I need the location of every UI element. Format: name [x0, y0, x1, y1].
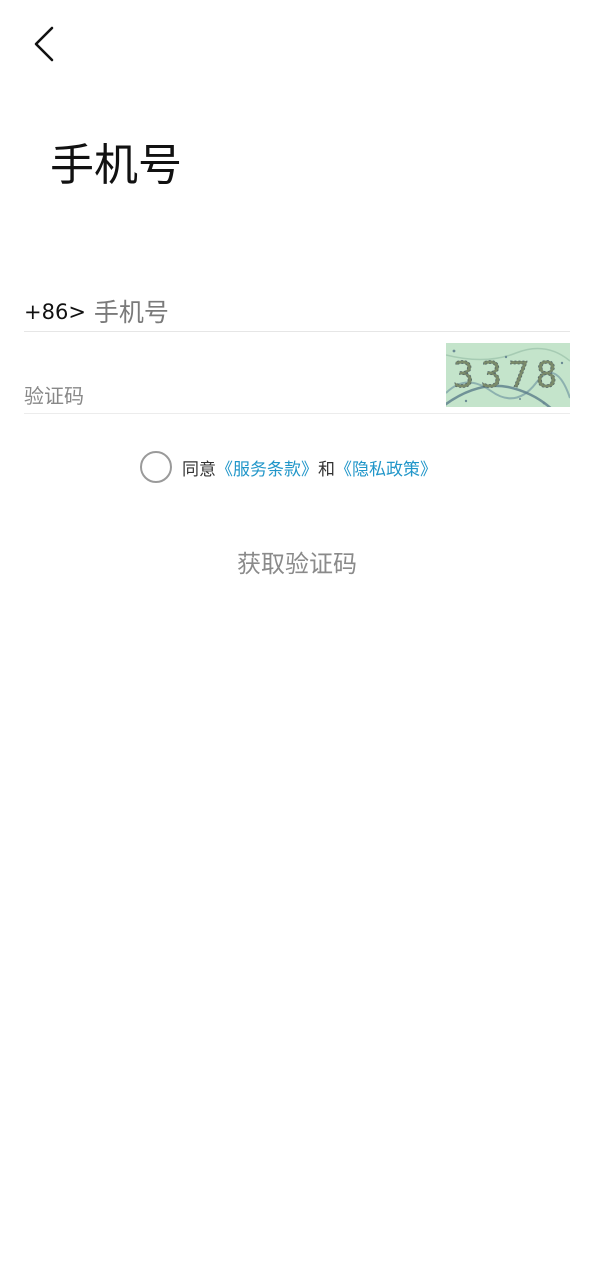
verification-code-input[interactable] [24, 381, 424, 411]
agreement-checkbox[interactable] [140, 451, 172, 483]
terms-of-service-link[interactable]: 《服务条款》 [216, 455, 318, 480]
agreement-row: 同意 《服务条款》 和 《隐私政策》 [140, 450, 437, 484]
phone-input[interactable] [93, 297, 570, 327]
privacy-policy-link[interactable]: 《隐私政策》 [335, 455, 437, 480]
phone-field-row: +86> [24, 293, 570, 332]
agreement-conjunction: 和 [318, 459, 335, 480]
captcha-image[interactable]: 3378 [446, 343, 570, 407]
get-verification-code-button[interactable]: 获取验证码 [0, 544, 594, 584]
captcha-text: 3378 [453, 355, 564, 396]
code-field-row: 3378 [24, 343, 570, 414]
back-button[interactable] [22, 22, 66, 66]
page-title: 手机号 [50, 140, 182, 191]
login-page: 手机号 +86> 3378 同意 《服务条款》 [0, 0, 594, 1280]
country-code-selector[interactable]: +86> [24, 300, 86, 324]
agreement-prefix: 同意 [182, 459, 216, 480]
chevron-left-icon [34, 26, 54, 62]
